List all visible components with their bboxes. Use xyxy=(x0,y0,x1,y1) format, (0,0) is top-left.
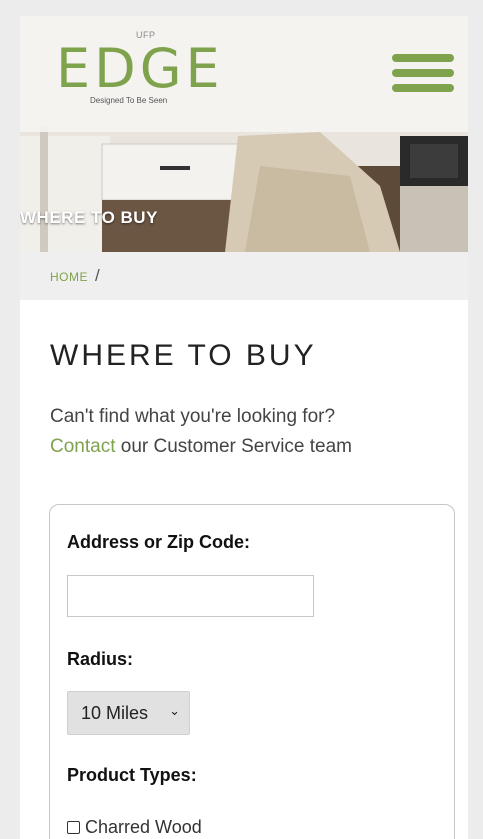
address-zip-input[interactable] xyxy=(67,575,314,617)
site-header: UFP EDGE Designed To Be Seen xyxy=(20,16,468,132)
chevron-down-icon: ⌄ xyxy=(169,703,180,718)
page-viewport: UFP EDGE Designed To Be Seen WHERE TO BU… xyxy=(20,16,468,839)
logo-edge-text: EDGE xyxy=(56,37,224,100)
product-type-option[interactable]: Charred Wood xyxy=(67,817,202,838)
intro-question: Can't find what you're looking for? xyxy=(50,406,336,427)
edge-logo[interactable]: UFP EDGE Designed To Be Seen xyxy=(56,30,226,122)
store-locator-form: Address or Zip Code: Radius: 10 Miles ⌄ … xyxy=(49,504,455,839)
page-title: WHERE TO BUY xyxy=(50,339,317,372)
radius-selected-value: 10 Miles xyxy=(81,703,149,723)
hero-title: WHERE TO BUY xyxy=(20,208,158,227)
hero-banner: UFP EDGE Designed To Be Seen WHERE TO BU… xyxy=(20,16,468,252)
breadcrumb-separator: / xyxy=(95,266,100,285)
breadcrumb-home-link[interactable]: HOME xyxy=(50,270,88,284)
radius-label: Radius: xyxy=(67,649,134,669)
hamburger-menu-icon[interactable] xyxy=(392,54,454,98)
menu-bar xyxy=(392,69,454,77)
logo-tagline: Designed To Be Seen xyxy=(90,96,168,105)
address-label: Address or Zip Code: xyxy=(67,532,251,552)
breadcrumb: HOME / xyxy=(20,252,468,300)
intro-text: Can't find what you're looking for? Cont… xyxy=(50,402,450,462)
radius-select[interactable]: 10 Miles ⌄ xyxy=(67,691,190,735)
intro-suffix: our Customer Service team xyxy=(120,436,353,457)
menu-bar xyxy=(392,84,454,92)
product-type-label: Charred Wood xyxy=(85,817,202,837)
product-types-label: Product Types: xyxy=(67,765,197,785)
menu-bar xyxy=(392,54,454,62)
contact-link[interactable]: Contact xyxy=(50,436,115,457)
checkbox[interactable] xyxy=(67,821,80,834)
